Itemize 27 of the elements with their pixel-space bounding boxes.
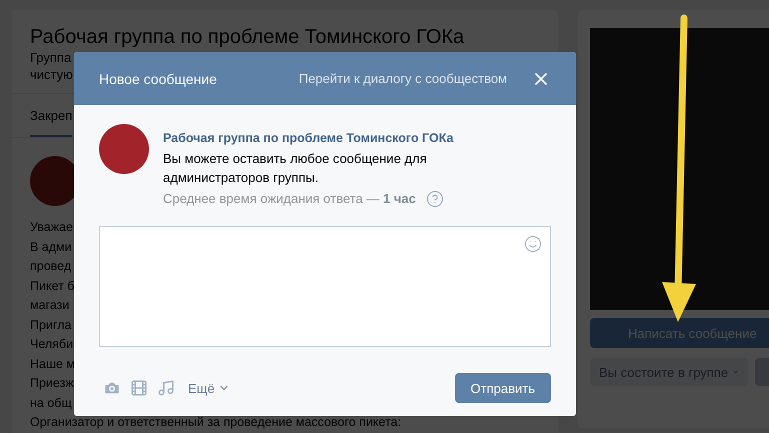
dialog-description: Вы можете оставить любое сообщение для администраторов группы. — [163, 150, 428, 187]
send-button[interactable]: Отправить — [454, 373, 551, 403]
music-icon[interactable] — [157, 379, 175, 397]
post-text: Уважае — [30, 219, 73, 236]
post-text: Челяби — [30, 336, 74, 353]
group-name-link[interactable]: Рабочая группа по проблеме Томинского ГОКа — [163, 129, 463, 147]
dialog-title: Новое сообщение — [99, 70, 218, 86]
film-icon[interactable] — [130, 379, 148, 397]
smile-icon[interactable] — [524, 235, 542, 253]
post-text: провед — [30, 258, 72, 275]
post-text: магази — [30, 297, 70, 314]
group-title: Рабочая группа по проблеме Томинского ГОКа — [30, 25, 466, 49]
post-text: Организатор и ответственный за проведение массового пикета: — [30, 414, 402, 431]
avatar-image — [99, 124, 149, 174]
more-dropdown[interactable]: Ещё — [184, 380, 230, 396]
wait-time-text: Среднее время ожидания ответа — 1 час — [163, 190, 416, 208]
dialog-link[interactable]: Перейти к диалогу с сообществом — [298, 71, 507, 86]
group-description: Группа — [30, 49, 72, 66]
message-field[interactable] — [99, 226, 551, 347]
help-icon[interactable] — [426, 190, 444, 208]
post-text: Наше м — [30, 356, 76, 372]
post-text: В адми — [30, 238, 72, 256]
post-text: Пикет б — [30, 278, 74, 294]
group-description: чистую — [30, 66, 73, 83]
post-text: Пригла — [30, 316, 72, 334]
post-text: на общ — [30, 394, 72, 412]
post-text: Приезж — [30, 375, 74, 392]
